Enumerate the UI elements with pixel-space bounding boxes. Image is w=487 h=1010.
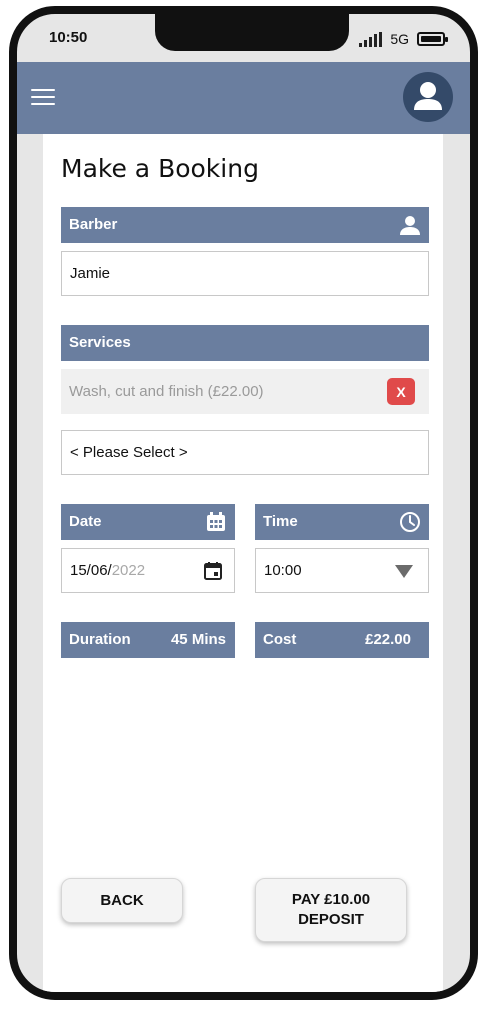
barber-field[interactable]: Jamie (61, 251, 429, 296)
selected-service-label: Wash, cut and finish (£22.00) (69, 383, 264, 400)
chevron-down-icon (395, 565, 413, 578)
services-header-label: Services (69, 334, 131, 351)
avatar[interactable] (403, 72, 453, 122)
person-icon (414, 82, 442, 110)
calendar-icon[interactable] (203, 561, 223, 581)
phone-notch (155, 14, 349, 51)
time-header-label: Time (263, 513, 298, 530)
services-header: Services (61, 325, 429, 361)
booking-content: Make a Booking Barber Jamie Services Was… (43, 134, 443, 992)
pay-button-line2: DEPOSIT (298, 911, 364, 928)
back-button[interactable]: BACK (61, 878, 183, 923)
barber-header: Barber (61, 207, 429, 243)
duration-label: Duration (69, 631, 131, 648)
cost-box: Cost £22.00 (255, 622, 429, 658)
signal-icon (359, 31, 383, 47)
service-select-placeholder: < Please Select > (70, 444, 188, 461)
time-select[interactable]: 10:00 (255, 548, 429, 593)
hamburger-icon[interactable] (31, 89, 55, 107)
duration-value: 45 Mins (170, 631, 226, 648)
clock-icon (400, 512, 420, 532)
time-value: 10:00 (264, 562, 302, 579)
status-icons: 5G (359, 31, 448, 47)
app-bar (17, 62, 470, 134)
barber-value: Jamie (70, 265, 111, 282)
status-time: 10:50 (49, 29, 88, 46)
time-header: Time (255, 504, 429, 540)
remove-service-button[interactable]: X (387, 378, 415, 405)
service-select[interactable]: < Please Select > (61, 430, 429, 475)
duration-box: Duration 45 Mins (61, 622, 235, 658)
battery-icon (417, 32, 448, 46)
pay-deposit-button[interactable]: PAY £10.00 DEPOSIT (255, 878, 407, 942)
cost-label: Cost (263, 631, 297, 648)
phone-frame: 10:50 5G Make a Booking Barber Jamie Ser… (9, 6, 478, 1000)
date-header-label: Date (69, 513, 102, 530)
calendar-icon (207, 512, 225, 531)
date-year: 2022 (111, 562, 146, 579)
cost-value: £22.00 (365, 631, 411, 648)
barber-header-label: Barber (69, 216, 118, 233)
person-icon (400, 216, 420, 235)
page-title: Make a Booking (61, 154, 259, 183)
network-label: 5G (390, 31, 409, 47)
date-input[interactable]: 15/06/2022 (61, 548, 235, 593)
date-value: 15/06/ (70, 562, 112, 579)
date-header: Date (61, 504, 235, 540)
back-button-label: BACK (100, 891, 144, 909)
pay-button-line1: PAY £10.00 (291, 891, 371, 908)
selected-service: Wash, cut and finish (£22.00) X (61, 369, 429, 414)
